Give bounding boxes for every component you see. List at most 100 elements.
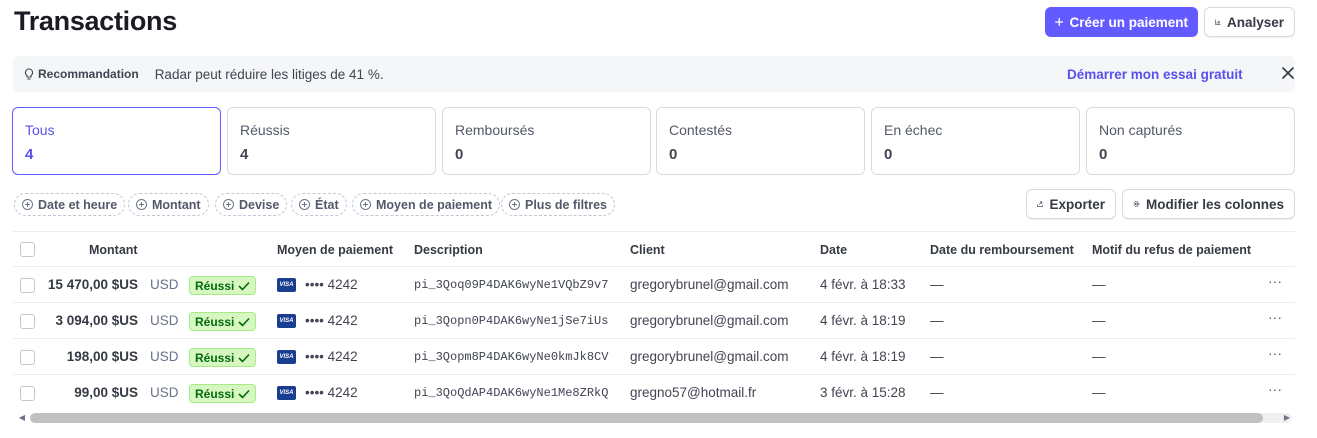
create-payment-label: Créer un paiement <box>1069 14 1188 30</box>
edit-columns-label: Modifier les colonnes <box>1145 196 1284 212</box>
filter-amount[interactable]: Montant <box>128 193 209 216</box>
column-header-dispute-reason[interactable]: Motif du refus de paiement <box>1092 243 1251 257</box>
status-label: Réussi <box>195 386 235 401</box>
filter-payment-method[interactable]: Moyen de paiement <box>352 193 500 216</box>
status-badge: Réussi <box>189 384 257 403</box>
column-header-date[interactable]: Date <box>820 243 847 257</box>
analyse-button[interactable]: Analyser <box>1204 7 1295 37</box>
row-amount: 99,00 $US <box>74 385 138 400</box>
table-row[interactable]: 198,00 $US USD Réussi VISA •••• 4242 pi_… <box>0 339 1317 375</box>
filter-label: Date et heure <box>38 197 118 212</box>
tab-label: Contestés <box>669 122 733 138</box>
create-payment-button[interactable]: Créer un paiement <box>1045 7 1198 37</box>
row-checkbox[interactable] <box>20 350 35 365</box>
filter-more[interactable]: Plus de filtres <box>501 193 615 216</box>
tab-uncaptured[interactable]: Non capturés 0 <box>1086 107 1295 175</box>
row-checkbox[interactable] <box>20 314 35 329</box>
recommendation-tag-label: Recommandation <box>38 67 139 81</box>
visa-card-icon: VISA <box>277 386 296 400</box>
select-all-checkbox[interactable] <box>20 242 35 257</box>
column-header-payment-method[interactable]: Moyen de paiement <box>277 243 393 257</box>
row-card-last4: •••• 4242 <box>305 385 358 400</box>
tab-all[interactable]: Tous 4 <box>12 107 221 175</box>
row-currency: USD <box>150 277 179 292</box>
export-button[interactable]: Exporter <box>1026 189 1116 219</box>
more-options-icon[interactable]: ··· <box>1266 310 1284 328</box>
add-circle-icon <box>136 199 147 210</box>
row-dispute-reason: — <box>1092 313 1106 328</box>
row-date: 4 févr. à 18:19 <box>820 313 906 328</box>
add-circle-icon <box>223 199 234 210</box>
column-header-refund-date[interactable]: Date du remboursement <box>930 243 1074 257</box>
plus-icon <box>1055 17 1064 27</box>
row-card-last4: •••• 4242 <box>305 349 358 364</box>
tab-count: 0 <box>455 146 464 163</box>
check-icon <box>238 281 250 291</box>
add-circle-icon <box>360 199 371 210</box>
scroll-right-arrow-icon[interactable]: ▶ <box>1282 412 1292 424</box>
export-icon <box>1037 201 1044 208</box>
scroll-left-arrow-icon[interactable]: ◀ <box>17 412 27 424</box>
column-header-amount[interactable]: Montant <box>89 243 138 257</box>
scrollbar-thumb[interactable] <box>30 413 1263 423</box>
start-free-trial-link[interactable]: Démarrer mon essai gratuit <box>1067 67 1243 82</box>
row-customer: gregorybrunel@gmail.com <box>630 277 789 292</box>
tab-label: Réussis <box>240 122 290 138</box>
more-options-icon[interactable]: ··· <box>1266 274 1284 292</box>
add-circle-icon <box>22 199 33 210</box>
status-badge: Réussi <box>189 348 257 367</box>
filter-status[interactable]: État <box>291 193 347 216</box>
page-title: Transactions <box>14 6 177 36</box>
add-circle-icon <box>509 199 520 210</box>
status-label: Réussi <box>195 350 235 365</box>
row-refund-date: — <box>930 313 944 328</box>
row-customer: gregorybrunel@gmail.com <box>630 313 789 328</box>
row-date: 3 févr. à 15:28 <box>820 385 906 400</box>
tab-failed[interactable]: En échec 0 <box>871 107 1080 175</box>
check-icon <box>238 317 250 327</box>
row-description: pi_3Qopn0P4DAK6wyNe1jSe7iUs <box>414 314 609 328</box>
tab-count: 0 <box>884 146 893 163</box>
row-currency: USD <box>150 313 179 328</box>
tab-count: 4 <box>25 146 34 163</box>
lightbulb-icon <box>24 68 34 80</box>
check-icon <box>238 353 250 363</box>
table-row[interactable]: 15 470,00 $US USD Réussi VISA •••• 4242 … <box>0 267 1317 303</box>
row-description: pi_3QoQdAP4DAK6wyNe1Me8ZRkQ <box>414 386 609 400</box>
export-label: Exporter <box>1049 196 1105 212</box>
row-description: pi_3Qoq09P4DAK6wyNe1VQbZ9v7 <box>414 278 609 292</box>
row-checkbox[interactable] <box>20 386 35 401</box>
check-icon <box>238 389 250 399</box>
filter-date-time[interactable]: Date et heure <box>14 193 126 216</box>
tab-disputed[interactable]: Contestés 0 <box>656 107 865 175</box>
row-checkbox[interactable] <box>20 278 35 293</box>
status-badge: Réussi <box>189 312 257 331</box>
column-header-description[interactable]: Description <box>414 243 483 257</box>
row-date: 4 févr. à 18:19 <box>820 349 906 364</box>
more-options-icon[interactable]: ··· <box>1266 346 1284 364</box>
bar-chart-icon <box>1215 19 1221 25</box>
filter-currency[interactable]: Devise <box>215 193 288 216</box>
tab-count: 4 <box>240 146 249 163</box>
tab-succeeded[interactable]: Réussis 4 <box>227 107 436 175</box>
status-label: Réussi <box>195 314 235 329</box>
filter-label: Devise <box>239 197 280 212</box>
table-row[interactable]: 99,00 $US USD Réussi VISA •••• 4242 pi_3… <box>0 375 1317 411</box>
row-refund-date: — <box>930 385 944 400</box>
row-amount: 3 094,00 $US <box>55 313 138 328</box>
row-refund-date: — <box>930 349 944 364</box>
tab-label: En échec <box>884 122 943 138</box>
table-top-divider <box>13 231 1295 232</box>
tab-refunded[interactable]: Remboursés 0 <box>442 107 651 175</box>
tab-label: Tous <box>25 122 55 138</box>
column-header-customer[interactable]: Client <box>630 243 665 257</box>
close-icon[interactable] <box>1281 66 1295 80</box>
status-badge: Réussi <box>189 276 257 295</box>
table-row[interactable]: 3 094,00 $US USD Réussi VISA •••• 4242 p… <box>0 303 1317 339</box>
row-amount: 15 470,00 $US <box>47 277 138 292</box>
more-options-icon[interactable]: ··· <box>1266 382 1284 400</box>
recommendation-banner: Recommandation Radar peut réduire les li… <box>13 56 1295 92</box>
edit-columns-button[interactable]: Modifier les colonnes <box>1122 189 1295 219</box>
analyse-label: Analyser <box>1226 14 1284 30</box>
row-card-last4: •••• 4242 <box>305 313 358 328</box>
